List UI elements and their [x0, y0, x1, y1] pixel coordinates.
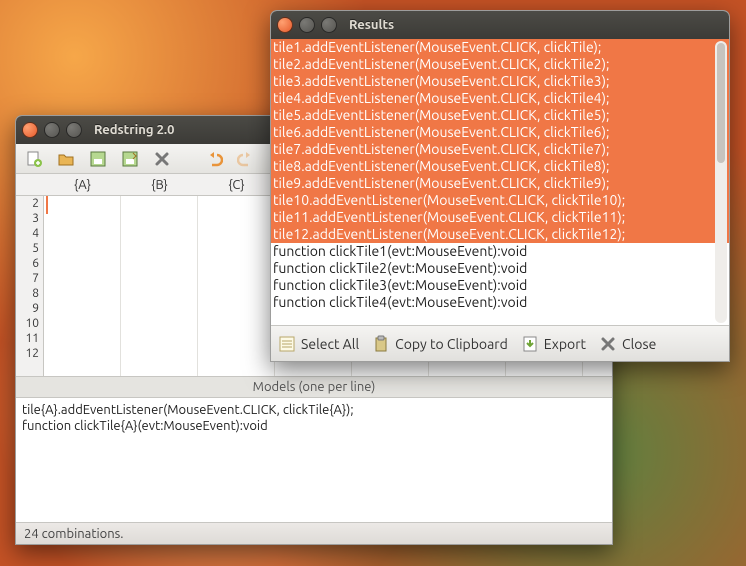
result-line[interactable]: tile5.addEventListener(MouseEvent.CLICK,… [271, 107, 729, 124]
grid-column-a[interactable] [44, 196, 121, 376]
close-label: Close [622, 336, 656, 352]
window-maximize-icon[interactable] [321, 17, 337, 33]
result-line[interactable]: tile11.addEventListener(MouseEvent.CLICK… [271, 209, 729, 226]
result-line[interactable]: tile8.addEventListener(MouseEvent.CLICK,… [271, 158, 729, 175]
clipboard-icon [371, 334, 391, 354]
column-header-b[interactable]: {B} [121, 174, 198, 195]
column-header-a[interactable]: {A} [44, 174, 121, 195]
select-all-icon [277, 334, 297, 354]
result-line[interactable]: tile12.addEventListener(MouseEvent.CLICK… [271, 226, 729, 243]
result-line[interactable]: tile9.addEventListener(MouseEvent.CLICK,… [271, 175, 729, 192]
result-line[interactable]: tile3.addEventListener(MouseEvent.CLICK,… [271, 73, 729, 90]
results-titlebar[interactable]: Results [271, 11, 729, 39]
redstring-title: Redstring 2.0 [94, 123, 174, 137]
new-file-icon[interactable] [24, 149, 44, 169]
result-line[interactable]: function clickTile3(evt:MouseEvent):void [271, 277, 729, 294]
column-header-c[interactable]: {C} [198, 174, 275, 195]
result-line[interactable]: tile10.addEventListener(MouseEvent.CLICK… [271, 192, 729, 209]
results-toolbar: Select All Copy to Clipboard Export Clos… [271, 325, 729, 361]
copy-clipboard-label: Copy to Clipboard [395, 336, 508, 352]
select-all-button[interactable]: Select All [277, 334, 359, 354]
row-number: 8 [16, 286, 39, 301]
export-label: Export [544, 336, 586, 352]
row-number: 10 [16, 316, 39, 331]
delete-icon[interactable] [152, 149, 172, 169]
close-button[interactable]: Close [598, 334, 656, 354]
row-number: 12 [16, 346, 39, 361]
close-icon [598, 334, 618, 354]
redo-icon[interactable] [236, 149, 256, 169]
grid-column-c[interactable] [198, 196, 275, 376]
grid-column-b[interactable] [121, 196, 198, 376]
row-number-gutter: 23456789101112 [16, 196, 44, 376]
window-close-icon[interactable] [22, 122, 38, 138]
results-text-area[interactable]: tile1.addEventListener(MouseEvent.CLICK,… [271, 39, 729, 325]
save-as-icon[interactable] [120, 149, 140, 169]
result-line[interactable]: function clickTile1(evt:MouseEvent):void [271, 243, 729, 260]
window-maximize-icon[interactable] [66, 122, 82, 138]
status-text: 24 combinations. [24, 527, 123, 541]
result-line[interactable]: tile7.addEventListener(MouseEvent.CLICK,… [271, 141, 729, 158]
window-minimize-icon[interactable] [44, 122, 60, 138]
result-line[interactable]: tile6.addEventListener(MouseEvent.CLICK,… [271, 124, 729, 141]
row-number: 5 [16, 241, 39, 256]
row-number: 2 [16, 196, 39, 211]
models-textarea[interactable]: tile{A}.addEventListener(MouseEvent.CLIC… [16, 398, 612, 522]
export-icon [520, 334, 540, 354]
result-line[interactable]: function clickTile2(evt:MouseEvent):void [271, 260, 729, 277]
window-minimize-icon[interactable] [299, 17, 315, 33]
row-number: 6 [16, 256, 39, 271]
result-line[interactable]: tile1.addEventListener(MouseEvent.CLICK,… [271, 39, 729, 56]
results-scrollbar[interactable] [715, 41, 727, 323]
select-all-label: Select All [301, 336, 359, 352]
result-line[interactable]: tile2.addEventListener(MouseEvent.CLICK,… [271, 56, 729, 73]
results-window: Results tile1.addEventListener(MouseEven… [270, 10, 730, 362]
copy-clipboard-button[interactable]: Copy to Clipboard [371, 334, 508, 354]
result-line[interactable]: tile4.addEventListener(MouseEvent.CLICK,… [271, 90, 729, 107]
open-file-icon[interactable] [56, 149, 76, 169]
row-number: 9 [16, 301, 39, 316]
save-file-icon[interactable] [88, 149, 108, 169]
row-number: 3 [16, 211, 39, 226]
result-line[interactable]: function clickTile4(evt:MouseEvent):void [271, 294, 729, 311]
results-title: Results [349, 18, 394, 32]
models-section-label: Models (one per line) [16, 376, 612, 398]
window-close-icon[interactable] [277, 17, 293, 33]
undo-icon[interactable] [204, 149, 224, 169]
statusbar: 24 combinations. [16, 522, 612, 544]
text-caret [46, 196, 48, 214]
export-button[interactable]: Export [520, 334, 586, 354]
row-number: 7 [16, 271, 39, 286]
row-number: 11 [16, 331, 39, 346]
scrollbar-thumb[interactable] [717, 43, 725, 163]
row-number: 4 [16, 226, 39, 241]
